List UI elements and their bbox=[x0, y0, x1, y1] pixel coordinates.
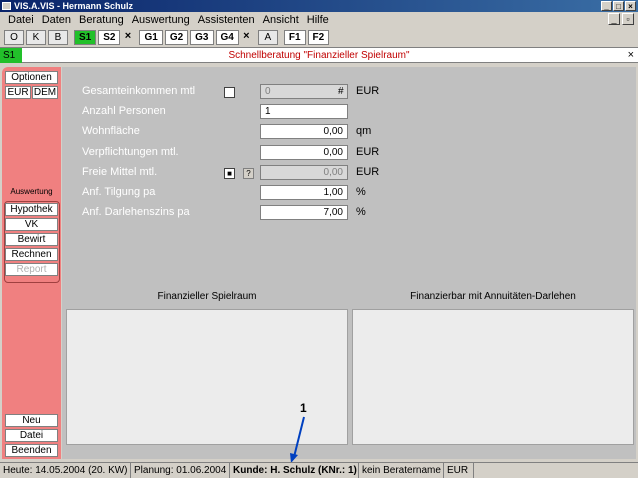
toolbar-g1-button[interactable]: G1 bbox=[139, 29, 163, 45]
wohnflaeche-unit: qm bbox=[356, 125, 372, 137]
toolbar-g4-button[interactable]: G4 bbox=[215, 29, 239, 45]
window-title: VIS.A.VIS - Hermann Schulz bbox=[14, 1, 134, 11]
sidebar: Optionen EUR DEM Auswertung Hypothek VK … bbox=[2, 67, 61, 459]
gesamteinkommen-label: Gesamteinkommen mtl bbox=[82, 85, 196, 97]
zins-unit: % bbox=[356, 206, 366, 218]
menu-auswertung[interactable]: Auswertung bbox=[128, 14, 194, 26]
main-form: Gesamteinkommen mtl 0 # EUR Anzahl Perso… bbox=[62, 67, 636, 463]
spielraum-panel-title: Finanzieller Spielraum bbox=[157, 291, 257, 302]
auswertung-label: Auswertung bbox=[10, 187, 53, 196]
form-close-icon[interactable]: × bbox=[628, 49, 634, 61]
mdi-controls: _ ▫ bbox=[608, 13, 634, 25]
freie-mittel-input[interactable]: 0,00 bbox=[260, 165, 348, 180]
toolbar-a-button[interactable]: A bbox=[257, 29, 278, 45]
gesamteinkommen-unit: EUR bbox=[356, 85, 380, 97]
verpflichtungen-unit: EUR bbox=[356, 146, 380, 158]
hypothek-button[interactable]: Hypothek bbox=[5, 203, 58, 216]
toolbar-k-button[interactable]: K bbox=[26, 29, 46, 45]
form-header: Schnellberatung "Finanzieller Spielraum"… bbox=[0, 47, 638, 63]
status-currency: EUR bbox=[444, 463, 474, 478]
bewirt-button[interactable]: Bewirt bbox=[5, 233, 58, 246]
vk-button[interactable]: VK bbox=[5, 218, 58, 231]
verpflichtungen-input[interactable]: 0,00 bbox=[260, 145, 348, 160]
menu-daten[interactable]: Daten bbox=[38, 14, 75, 26]
menu-bar: Datei Daten Beratung Auswertung Assisten… bbox=[0, 12, 638, 28]
wohnflaeche-label: Wohnfläche bbox=[82, 125, 140, 137]
gesamteinkommen-checkbox[interactable] bbox=[224, 87, 235, 98]
maximize-icon[interactable]: □ bbox=[613, 1, 624, 11]
close-icon[interactable]: × bbox=[625, 1, 636, 11]
gesamteinkommen-input[interactable]: 0 bbox=[260, 84, 348, 99]
freie-mittel-checkbox[interactable]: ■ bbox=[224, 168, 235, 179]
status-heute: Heute: 14.05.2004 (20. KW) bbox=[0, 463, 131, 478]
toolbar: O K B S1 S2 × G1 G2 G3 G4 × A F1 F2 bbox=[0, 28, 638, 46]
menu-datei[interactable]: Datei bbox=[4, 14, 38, 26]
gesamteinkommen-hash: # bbox=[338, 86, 344, 97]
menu-beratung[interactable]: Beratung bbox=[75, 14, 128, 26]
status-berater: kein Beratername bbox=[359, 463, 444, 478]
optionen-button[interactable]: Optionen bbox=[5, 71, 58, 84]
rechnen-button[interactable]: Rechnen bbox=[5, 248, 58, 261]
wohnflaeche-input[interactable]: 0,00 bbox=[260, 124, 348, 139]
menu-assistenten[interactable]: Assistenten bbox=[194, 14, 259, 26]
form-title: Schnellberatung "Finanzieller Spielraum" bbox=[228, 50, 410, 61]
title-bar: VIS.A.VIS - Hermann Schulz _ □ × bbox=[0, 0, 638, 12]
annuitaeten-panel-title: Finanzierbar mit Annuitäten-Darlehen bbox=[410, 291, 576, 302]
status-kunde: Kunde: H. Schulz (KNr.: 1) bbox=[230, 463, 359, 478]
status-planung: Planung: 01.06.2004 bbox=[131, 463, 230, 478]
datei-button[interactable]: Datei bbox=[5, 429, 58, 442]
zins-label: Anf. Darlehenszins pa bbox=[82, 206, 190, 218]
toolbar-s-close-icon[interactable]: × bbox=[122, 30, 133, 45]
menu-ansicht[interactable]: Ansicht bbox=[259, 14, 303, 26]
annuitaeten-panel bbox=[352, 309, 634, 445]
toolbar-o-button[interactable]: O bbox=[4, 29, 24, 45]
callout-number: 1 bbox=[300, 401, 307, 415]
tilgung-label: Anf. Tilgung pa bbox=[82, 186, 156, 198]
toolbar-g3-button[interactable]: G3 bbox=[190, 29, 214, 45]
dem-button[interactable]: DEM bbox=[32, 86, 58, 99]
freie-mittel-unit: EUR bbox=[356, 166, 380, 178]
menu-hilfe[interactable]: Hilfe bbox=[303, 14, 333, 26]
toolbar-f2-button[interactable]: F2 bbox=[307, 29, 330, 45]
neu-button[interactable]: Neu bbox=[5, 414, 58, 427]
form-tag: S1 bbox=[0, 48, 22, 63]
toolbar-g-close-icon[interactable]: × bbox=[241, 30, 252, 45]
toolbar-s2-button[interactable]: S2 bbox=[98, 29, 121, 45]
app-icon bbox=[2, 2, 11, 10]
beenden-button[interactable]: Beenden bbox=[5, 444, 58, 457]
report-button[interactable]: Report bbox=[5, 263, 58, 276]
freie-mittel-help-button[interactable]: ? bbox=[243, 168, 254, 179]
toolbar-b-button[interactable]: B bbox=[48, 29, 68, 45]
minimize-icon[interactable]: _ bbox=[601, 1, 612, 11]
toolbar-g2-button[interactable]: G2 bbox=[164, 29, 189, 45]
status-bar: Heute: 14.05.2004 (20. KW) Planung: 01.0… bbox=[0, 462, 638, 478]
mdi-restore-icon[interactable]: ▫ bbox=[622, 13, 634, 25]
toolbar-f1-button[interactable]: F1 bbox=[283, 29, 306, 45]
window-controls: _ □ × bbox=[601, 1, 636, 11]
tilgung-unit: % bbox=[356, 186, 366, 198]
callout-arrow-icon bbox=[290, 416, 305, 463]
toolbar-s1-button[interactable]: S1 bbox=[74, 29, 97, 45]
eur-button[interactable]: EUR bbox=[5, 86, 31, 99]
zins-input[interactable]: 7,00 bbox=[260, 205, 348, 220]
verpflichtungen-label: Verpflichtungen mtl. bbox=[82, 146, 179, 158]
freie-mittel-label: Freie Mittel mtl. bbox=[82, 166, 158, 178]
personen-input[interactable]: 1 bbox=[260, 104, 348, 119]
tilgung-input[interactable]: 1,00 bbox=[260, 185, 348, 200]
personen-label: Anzahl Personen bbox=[82, 105, 166, 117]
mdi-minimize-icon[interactable]: _ bbox=[608, 13, 620, 25]
